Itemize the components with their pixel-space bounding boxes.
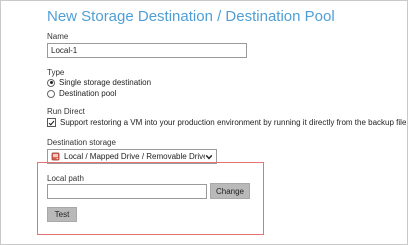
drive-icon [51,152,60,161]
radio-single-storage-label: Single storage destination [59,78,152,87]
radio-single-storage[interactable]: Single storage destination [47,78,151,87]
run-direct-checkbox-label: Support restoring a VM into your product… [60,118,407,127]
checkmark-icon [48,120,55,126]
radio-button-unselected[interactable] [47,89,55,98]
type-label: Type [47,68,65,77]
page-title: New Storage Destination / Destination Po… [47,8,335,25]
name-label: Name [47,32,69,41]
dialog-frame: New Storage Destination / Destination Po… [0,0,408,245]
local-path-label: Local path [47,174,84,183]
change-button[interactable]: Change [210,183,250,199]
test-button[interactable]: Test [47,207,77,222]
radio-destination-pool[interactable]: Destination pool [47,89,116,98]
chevron-down-icon [205,154,213,160]
destination-storage-label: Destination storage [47,138,116,147]
radio-destination-pool-label: Destination pool [59,89,117,98]
run-direct-label: Run Direct [47,107,85,116]
run-direct-option[interactable]: Support restoring a VM into your product… [47,118,406,127]
local-path-input[interactable] [47,184,207,199]
radio-button-selected[interactable] [47,78,55,87]
destination-storage-value: Local / Mapped Drive / Removable Drive [64,152,205,161]
name-input[interactable] [47,43,247,58]
run-direct-checkbox[interactable] [47,118,56,127]
